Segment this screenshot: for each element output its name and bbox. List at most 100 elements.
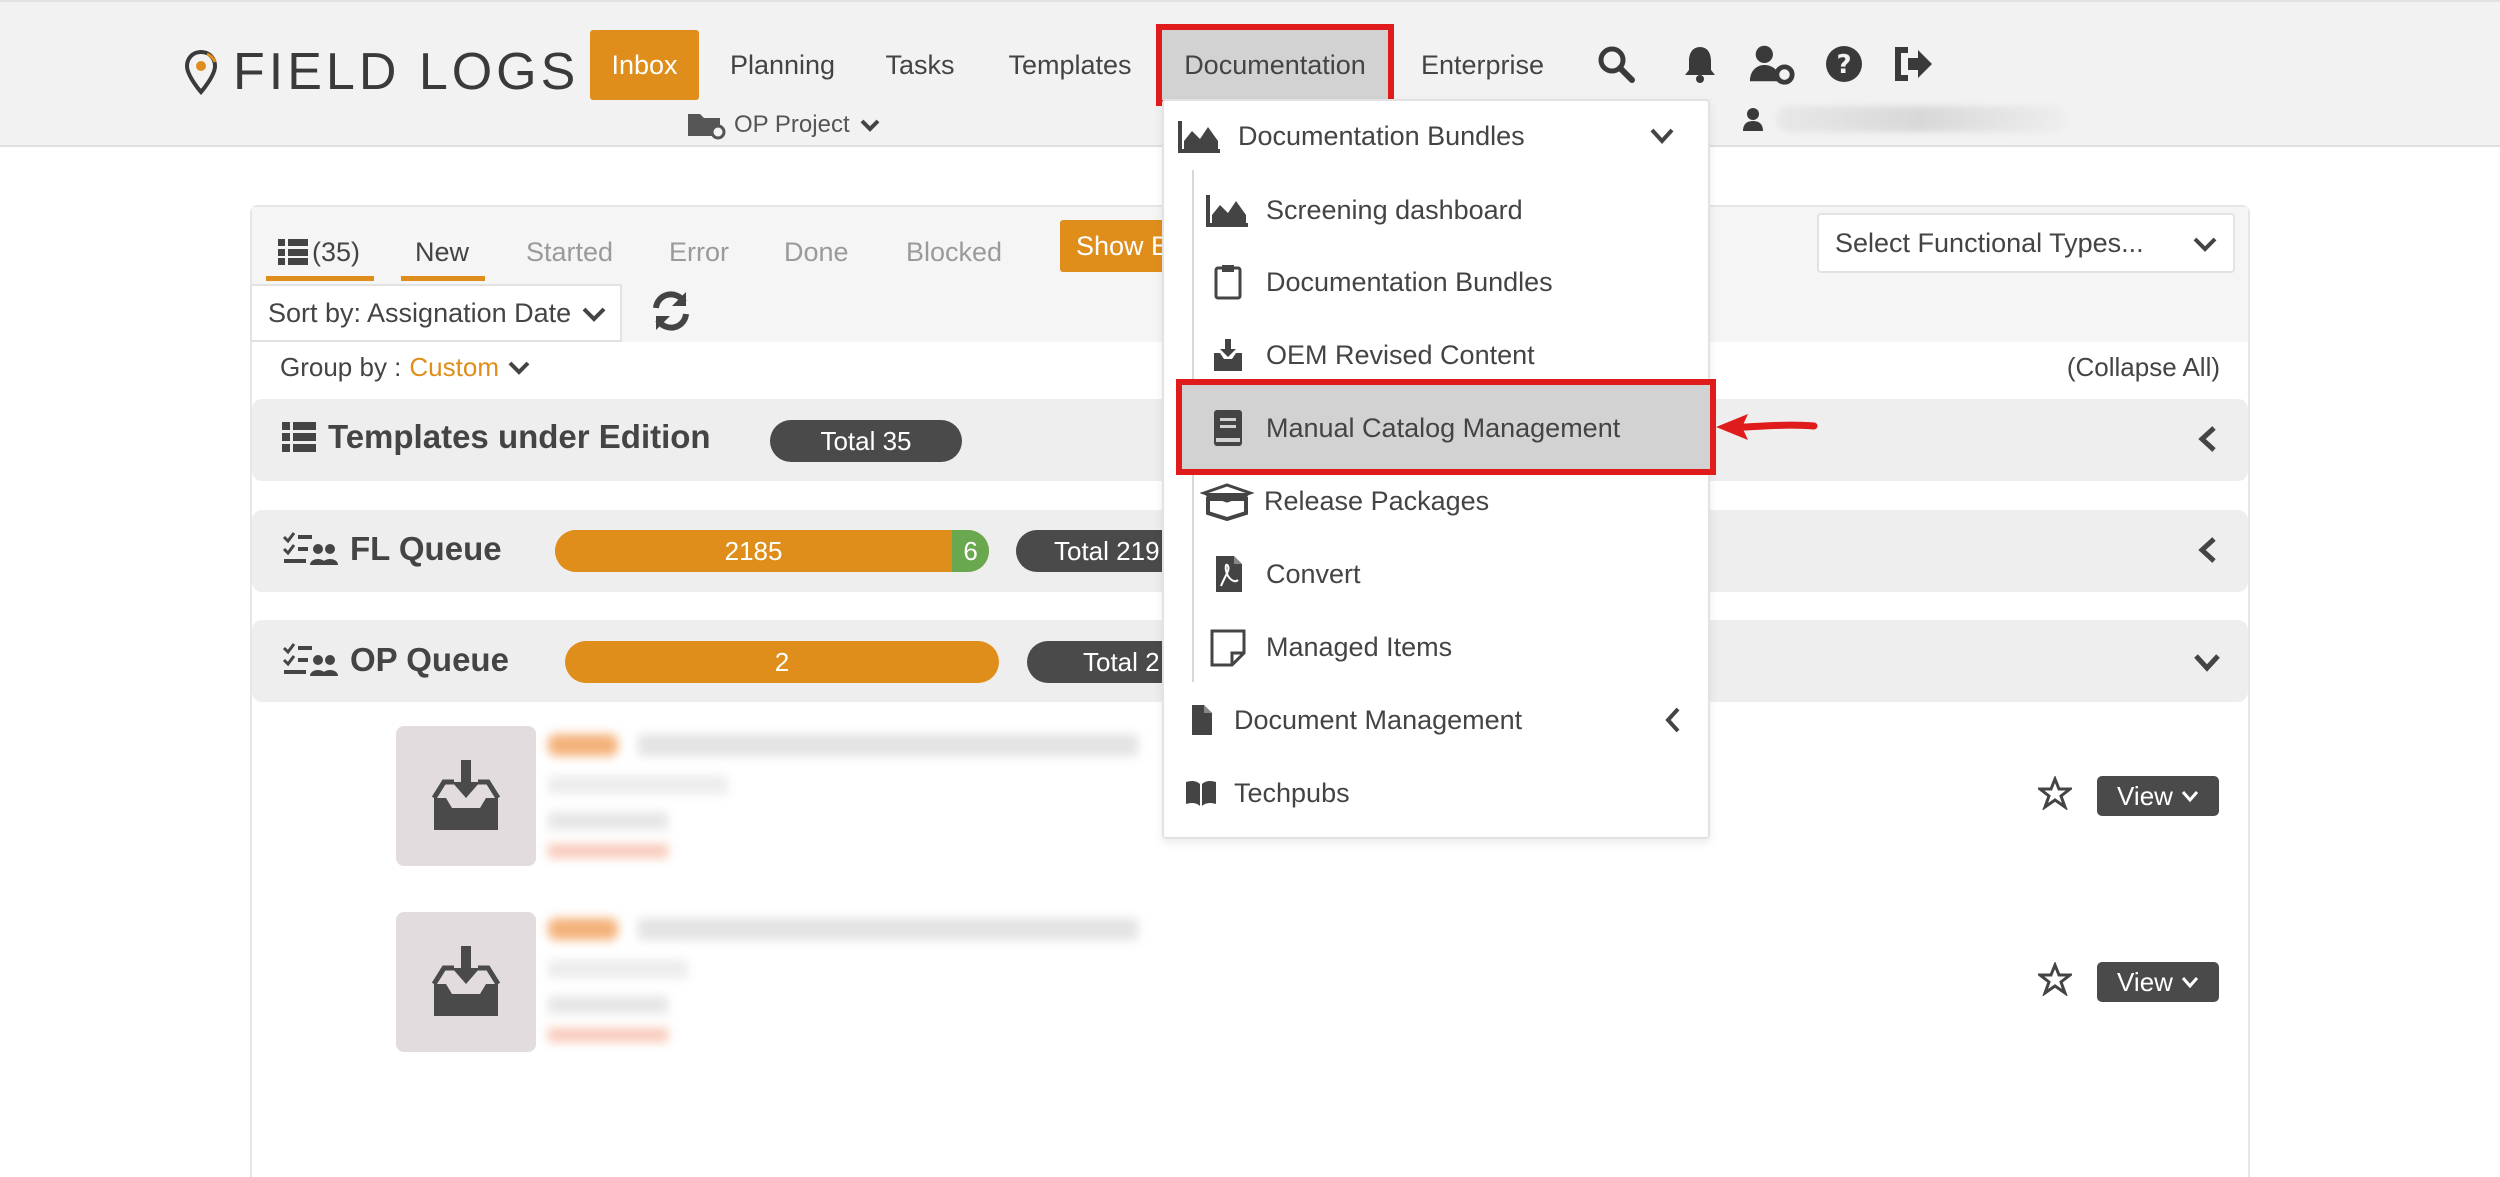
group-by-value[interactable]: Custom [409, 352, 499, 383]
tab-new[interactable]: New [415, 222, 469, 282]
chevron-down-icon [1650, 128, 1674, 144]
menu-label: Documentation Bundles [1266, 266, 1553, 297]
user-name-redacted [1776, 106, 2066, 132]
fl-queue-progress: 2185 6 [555, 530, 989, 572]
tasks-users-icon [282, 532, 338, 565]
group-fl-queue-title-row: FL Queue [282, 530, 502, 568]
menu-manual-catalog-management[interactable]: Manual Catalog Management [1206, 394, 1754, 462]
star-icon[interactable] [2038, 776, 2072, 810]
item-details-redacted [548, 726, 1148, 866]
collapse-all-link[interactable]: (Collapse All) [2067, 352, 2220, 383]
help-icon[interactable]: ? [1820, 40, 1868, 88]
project-selector[interactable]: OP Project [686, 110, 882, 140]
area-chart-icon [1206, 195, 1248, 227]
menu-label: Techpubs [1234, 777, 1350, 808]
item-details-redacted [548, 910, 1148, 1050]
view-button[interactable]: View [2097, 776, 2219, 816]
open-book-icon [1186, 780, 1216, 806]
menu-label: Managed Items [1266, 631, 1453, 662]
chevron-down-icon[interactable] [2192, 650, 2222, 674]
menu-documentation-bundles-header[interactable]: Documentation Bundles [1178, 102, 1726, 170]
op-queue-progress: 2 [565, 641, 999, 683]
chevron-down-icon[interactable] [507, 357, 531, 379]
chevron-down-icon [582, 307, 606, 322]
chevron-left-icon[interactable] [2196, 535, 2220, 565]
sort-label: Sort by: Assignation Date [268, 297, 572, 328]
nav-templates[interactable]: Templates [990, 30, 1150, 100]
show-button[interactable]: Show B [1060, 220, 1170, 272]
bell-icon[interactable] [1676, 40, 1724, 88]
list-icon [278, 239, 308, 265]
menu-label: Documentation Bundles [1238, 120, 1525, 151]
chevron-down-icon [2181, 791, 2199, 803]
menu-documentation-bundles[interactable]: Documentation Bundles [1206, 248, 1754, 316]
svg-text:?: ? [1836, 50, 1851, 80]
tab-error[interactable]: Error [669, 222, 729, 282]
view-button[interactable]: View [2097, 962, 2219, 1002]
app-logo[interactable]: FIELD LOGS [183, 42, 579, 102]
tab-new-underline [401, 276, 485, 281]
list-icon [282, 422, 316, 452]
sort-select[interactable]: Sort by: Assignation Date [250, 284, 622, 342]
open-box-icon [1200, 483, 1254, 521]
progress-main-segment: 2185 [555, 530, 953, 572]
menu-convert[interactable]: Convert [1206, 540, 1754, 608]
nav-tasks[interactable]: Tasks [870, 30, 970, 100]
menu-label: Manual Catalog Management [1266, 412, 1621, 443]
tab-all-underline [266, 276, 374, 281]
chevron-left-icon[interactable] [2196, 424, 2220, 454]
menu-label: Convert [1266, 558, 1361, 589]
functional-types-select[interactable]: Select Functional Types... [1817, 213, 2235, 273]
logo-text: FIELD LOGS [233, 43, 580, 101]
group-templates-title-row: Templates under Edition [282, 418, 711, 456]
nav-inbox[interactable]: Inbox [590, 30, 699, 100]
menu-label: Screening dashboard [1266, 194, 1523, 225]
menu-label: Document Management [1234, 704, 1523, 735]
progress-main-count: 2185 [724, 535, 783, 566]
sign-out-icon[interactable] [1890, 40, 1938, 88]
menu-label: OEM Revised Content [1266, 339, 1535, 370]
menu-document-management[interactable]: Document Management [1184, 686, 1732, 754]
progress-green-count: 6 [963, 535, 978, 566]
menu-oem-revised-content[interactable]: OEM Revised Content [1206, 321, 1754, 389]
group-title: OP Queue [350, 641, 509, 678]
tasks-users-icon [282, 643, 338, 676]
group-title: Templates under Edition [328, 418, 711, 455]
menu-managed-items[interactable]: Managed Items [1206, 613, 1754, 681]
annotation-arrow-icon [1716, 414, 1818, 440]
file-pdf-icon [1216, 556, 1242, 592]
download-tray-icon [1214, 339, 1242, 371]
area-chart-icon [1178, 121, 1220, 153]
menu-release-packages[interactable]: Release Packages [1200, 467, 1748, 535]
menu-techpubs[interactable]: Techpubs [1184, 759, 1732, 827]
view-label: View [2117, 780, 2173, 811]
functional-types-placeholder: Select Functional Types... [1835, 227, 2144, 258]
tab-started[interactable]: Started [526, 222, 613, 282]
sticky-note-icon [1210, 629, 1246, 667]
clipboard-icon [1214, 265, 1242, 300]
total-badge: Total 35 [770, 420, 962, 462]
tab-blocked[interactable]: Blocked [906, 222, 1002, 282]
progress-main-count: 2 [774, 646, 790, 677]
inbox-download-icon [396, 726, 536, 866]
star-icon[interactable] [2038, 962, 2072, 996]
folder-gear-icon [688, 114, 726, 140]
location-pin-icon [184, 49, 218, 96]
user-info [1742, 106, 2066, 132]
chevron-down-icon [860, 119, 880, 132]
nav-documentation[interactable]: Documentation [1156, 24, 1394, 106]
menu-label: Release Packages [1264, 485, 1490, 516]
tab-done[interactable]: Done [784, 222, 849, 282]
search-icon[interactable] [1592, 40, 1640, 88]
user-gear-icon[interactable] [1748, 40, 1796, 88]
book-icon [1214, 410, 1242, 446]
menu-screening-dashboard[interactable]: Screening dashboard [1206, 176, 1754, 244]
chevron-down-icon [2181, 977, 2199, 989]
nav-planning[interactable]: Planning [710, 30, 855, 100]
tab-all[interactable]: (35) [278, 222, 360, 282]
user-icon [1743, 108, 1763, 131]
view-label: View [2117, 966, 2173, 997]
group-by-label: Group by : [280, 352, 402, 382]
nav-enterprise[interactable]: Enterprise [1400, 30, 1565, 100]
refresh-icon[interactable] [648, 288, 694, 339]
